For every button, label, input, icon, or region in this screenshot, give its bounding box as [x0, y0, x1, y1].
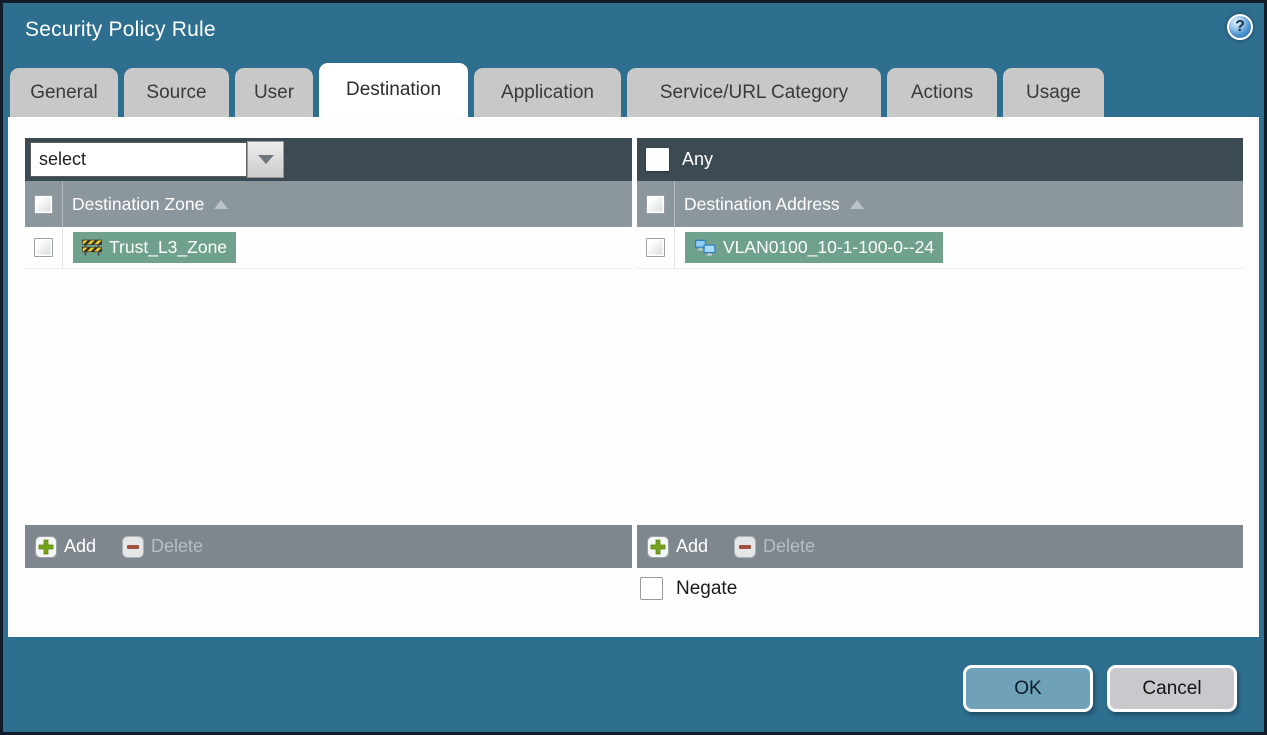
- zone-row[interactable]: Trust_L3_Zone: [25, 227, 632, 269]
- destination-tab-content: Destination Zone: [8, 117, 1259, 637]
- add-plus-icon: [35, 535, 57, 558]
- address-header-checkbox-cell: [637, 181, 675, 227]
- tab-application[interactable]: Application: [474, 68, 621, 117]
- tab-bar: General Source User Destination Applicat…: [10, 63, 1104, 117]
- sort-ascending-icon[interactable]: [214, 199, 229, 209]
- address-toolbar: Add Delete: [637, 525, 1243, 568]
- zone-filter-input[interactable]: [30, 142, 247, 177]
- zone-select-all-checkbox[interactable]: [34, 194, 53, 214]
- zone-item-chip[interactable]: Trust_L3_Zone: [73, 232, 237, 263]
- address-panel-topbar: Any: [637, 138, 1243, 181]
- address-list: VLAN0100_10-1-100-0--24: [637, 227, 1243, 525]
- zone-add-label: Add: [64, 536, 97, 556]
- address-add-label: Add: [676, 536, 709, 556]
- address-column-header-label[interactable]: Destination Address: [684, 194, 840, 215]
- address-delete-button[interactable]: Delete: [734, 535, 816, 558]
- address-delete-label: Delete: [763, 536, 816, 556]
- zone-row-checkbox-cell: [25, 227, 63, 268]
- zone-column-header-row: Destination Zone: [25, 181, 632, 227]
- zone-delete-button[interactable]: Delete: [122, 535, 204, 558]
- sort-ascending-icon[interactable]: [849, 199, 864, 209]
- tab-user[interactable]: User: [235, 68, 313, 117]
- any-option: Any: [646, 148, 713, 171]
- chevron-down-icon: [257, 155, 274, 164]
- add-plus-icon: [647, 535, 669, 558]
- negate-checkbox[interactable]: [640, 577, 663, 600]
- help-icon[interactable]: ?: [1227, 14, 1253, 40]
- address-select-all-checkbox[interactable]: [646, 194, 665, 214]
- address-column-header-row: Destination Address: [637, 181, 1243, 227]
- tab-source[interactable]: Source: [124, 68, 229, 117]
- zone-column-header-label[interactable]: Destination Zone: [72, 194, 204, 215]
- zone-barrier-icon: [82, 239, 102, 256]
- negate-label: Negate: [676, 577, 738, 599]
- delete-minus-icon: [734, 535, 757, 558]
- network-address-icon: [695, 239, 716, 256]
- zone-panel-topbar: [25, 138, 632, 181]
- any-checkbox[interactable]: [646, 148, 669, 171]
- destination-address-panel: Any Destination Address VLAN0100_10-1-10…: [637, 138, 1243, 568]
- zone-filter-combo: [30, 141, 284, 178]
- address-item-chip[interactable]: VLAN0100_10-1-100-0--24: [685, 232, 944, 263]
- negate-option: Negate: [640, 577, 737, 600]
- tab-usage[interactable]: Usage: [1003, 68, 1104, 117]
- ok-button[interactable]: OK: [963, 665, 1093, 712]
- address-row-checkbox[interactable]: [646, 238, 665, 257]
- tab-actions[interactable]: Actions: [887, 68, 997, 117]
- destination-zone-panel: Destination Zone: [25, 138, 632, 568]
- zone-item-label: Trust_L3_Zone: [109, 237, 228, 257]
- address-add-button[interactable]: Add: [647, 535, 709, 558]
- cancel-button[interactable]: Cancel: [1107, 665, 1237, 712]
- zone-delete-label: Delete: [151, 536, 204, 556]
- tab-general[interactable]: General: [10, 68, 118, 117]
- dialog-title: Security Policy Rule: [25, 18, 216, 41]
- address-row-checkbox-cell: [637, 227, 675, 268]
- delete-minus-icon: [122, 535, 145, 558]
- address-item-label: VLAN0100_10-1-100-0--24: [723, 237, 935, 257]
- tab-service-url-category[interactable]: Service/URL Category: [627, 68, 881, 117]
- tab-destination[interactable]: Destination: [319, 63, 468, 117]
- zone-add-button[interactable]: Add: [35, 535, 97, 558]
- zone-header-checkbox-cell: [25, 181, 63, 227]
- address-row[interactable]: VLAN0100_10-1-100-0--24: [637, 227, 1243, 269]
- security-policy-rule-dialog: Security Policy Rule ? General Source Us…: [3, 3, 1264, 732]
- zone-filter-dropdown-button[interactable]: [247, 141, 284, 178]
- any-label: Any: [682, 149, 714, 169]
- zone-toolbar: Add Delete: [25, 525, 632, 568]
- zone-row-checkbox[interactable]: [34, 238, 53, 257]
- zone-list: Trust_L3_Zone: [25, 227, 632, 525]
